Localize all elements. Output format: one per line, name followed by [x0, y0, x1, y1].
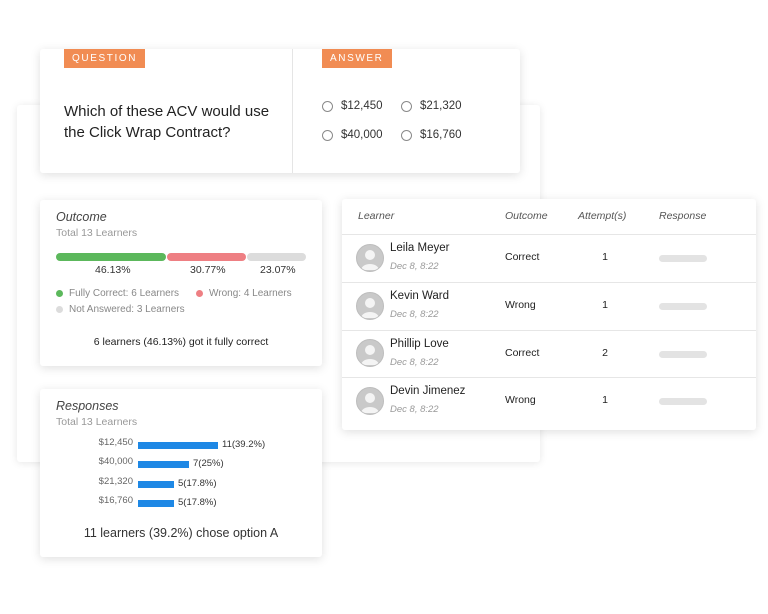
response-bar-value: 7(25%): [193, 458, 224, 469]
response-placeholder: [659, 255, 707, 262]
answer-option[interactable]: $21,320: [401, 100, 462, 112]
learner-attempts: 2: [602, 347, 608, 359]
answer-option-label: $16,760: [420, 129, 462, 141]
learner-name: Devin Jimenez: [390, 385, 466, 397]
outcome-pct-correct: 46.13%: [95, 264, 131, 276]
answer-option-label: $12,450: [341, 100, 383, 112]
outcome-bar-wrong: [167, 253, 246, 261]
learner-name: Phillip Love: [390, 338, 449, 350]
learner-attempts: 1: [602, 251, 608, 263]
outcome-pct-not-answered: 23.07%: [260, 264, 296, 276]
row-divider: [342, 377, 756, 378]
outcome-card: Outcome Total 13 Learners 46.13% 30.77% …: [40, 200, 322, 366]
legend-correct: Fully Correct: 6 Learners: [56, 288, 179, 299]
response-placeholder: [659, 398, 707, 405]
answer-tag: ANSWER: [322, 49, 392, 68]
learner-table: Learner Outcome Attempt(s) Response Leil…: [342, 199, 756, 430]
answer-option-label: $40,000: [341, 129, 383, 141]
radio-button-icon[interactable]: [322, 100, 333, 112]
response-placeholder: [659, 351, 707, 358]
legend-not-answered: Not Answered: 3 Learners: [56, 304, 185, 315]
question-tag: QUESTION: [64, 49, 146, 68]
question-divider: [292, 49, 293, 173]
response-bar-value: 11(39.2%): [222, 439, 266, 450]
response-bar-label: $16,760: [98, 495, 133, 506]
learner-attempts: 1: [602, 394, 608, 406]
learner-date: Dec 8, 8:22: [390, 261, 439, 272]
learner-outcome: Correct: [505, 347, 540, 359]
row-divider: [342, 282, 756, 283]
learner-date: Dec 8, 8:22: [390, 309, 439, 320]
legend-correct-label: Fully Correct: 6 Learners: [69, 288, 180, 299]
learner-name: Leila Meyer: [390, 242, 450, 254]
learner-attempts: 1: [602, 299, 608, 311]
response-bar: [138, 442, 218, 449]
radio-button-icon[interactable]: [401, 100, 412, 112]
outcome-pct-wrong: 30.77%: [190, 264, 226, 276]
learner-date: Dec 8, 8:22: [390, 357, 439, 368]
user-avatar-icon: [356, 339, 384, 367]
learner-date: Dec 8, 8:22: [390, 404, 439, 415]
column-header-outcome[interactable]: Outcome: [505, 210, 548, 222]
response-bar-value: 5(17.8%): [178, 478, 217, 489]
learner-outcome: Wrong: [505, 299, 536, 311]
responses-title: Responses: [56, 399, 119, 413]
question-text: Which of these ACV would use the Click W…: [64, 103, 270, 141]
response-bar: [138, 461, 189, 468]
column-header-response[interactable]: Response: [659, 210, 706, 222]
row-divider: [342, 330, 756, 331]
legend-wrong: Wrong: 4 Learners: [196, 288, 292, 299]
answer-option[interactable]: $12,450: [322, 100, 383, 112]
learner-outcome: Correct: [505, 251, 540, 263]
outcome-subtitle: Total 13 Learners: [56, 227, 138, 239]
grey-dot-icon: [56, 306, 63, 313]
outcome-summary: 6 learners (46.13%) got it fully correct: [93, 336, 269, 348]
response-placeholder: [659, 303, 707, 310]
response-bar: [138, 500, 174, 507]
responses-subtitle: Total 13 Learners: [56, 416, 138, 428]
response-bar-label: $12,450: [98, 437, 133, 448]
green-dot-icon: [56, 290, 63, 297]
question-card: QUESTION ANSWER Which of these ACV would…: [40, 49, 520, 173]
response-bar-label: $21,320: [98, 476, 133, 487]
user-avatar-icon: [356, 387, 384, 415]
radio-button-icon[interactable]: [401, 129, 412, 141]
answer-option[interactable]: $40,000: [322, 129, 383, 141]
user-avatar-icon: [356, 244, 384, 272]
response-bar-label: $40,000: [98, 456, 133, 467]
header-divider: [342, 234, 756, 235]
answer-option[interactable]: $16,760: [401, 129, 462, 141]
outcome-bar-not-answered: [247, 253, 306, 261]
answer-option-label: $21,320: [420, 100, 462, 112]
legend-wrong-label: Wrong: 4 Learners: [209, 288, 292, 299]
red-dot-icon: [196, 290, 203, 297]
learner-name: Kevin Ward: [390, 290, 450, 302]
radio-button-icon[interactable]: [322, 129, 333, 141]
responses-summary: 11 learners (39.2%) chose option A: [83, 526, 279, 540]
response-bar: [138, 481, 174, 488]
responses-card: Responses Total 13 Learners $12,450 11(3…: [40, 389, 322, 557]
column-header-learner[interactable]: Learner: [358, 210, 394, 222]
outcome-bar-correct: [56, 253, 166, 261]
legend-not-answered-label: Not Answered: 3 Learners: [69, 304, 185, 315]
column-header-attempts[interactable]: Attempt(s): [578, 210, 626, 222]
learner-outcome: Wrong: [505, 394, 536, 406]
response-bar-value: 5(17.8%): [178, 497, 217, 508]
user-avatar-icon: [356, 292, 384, 320]
outcome-title: Outcome: [56, 210, 107, 224]
